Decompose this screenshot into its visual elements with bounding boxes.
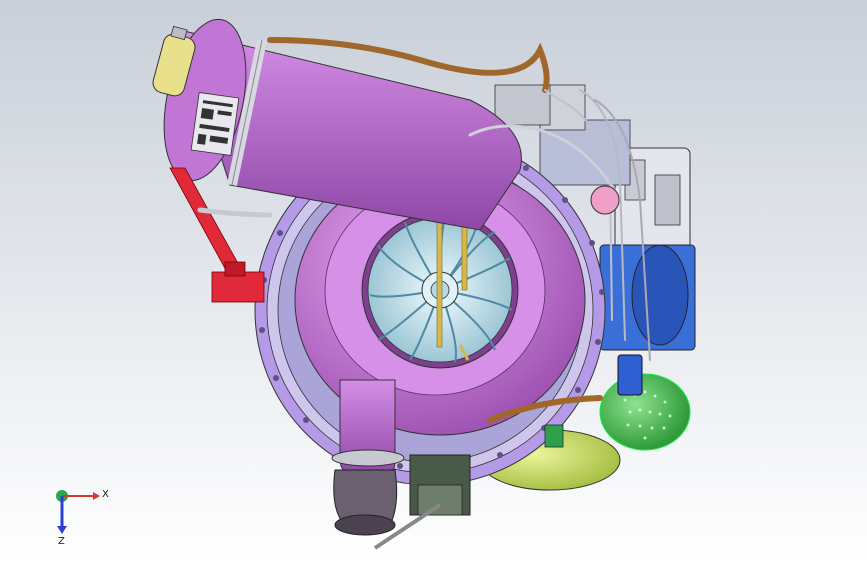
fuel-control-unit[interactable] <box>617 354 643 396</box>
probe-rod-left <box>436 214 443 348</box>
probe-rod-right <box>461 219 468 291</box>
impeller-inlet[interactable] <box>361 211 519 369</box>
z-axis-label: Z <box>58 536 65 547</box>
exhaust-duct[interactable] <box>331 379 405 536</box>
x-axis-label: X <box>102 489 109 500</box>
sensor-fitting[interactable] <box>590 185 620 215</box>
cad-viewport[interactable]: X Z <box>0 0 867 562</box>
coordinate-triad: X Z <box>56 489 109 547</box>
inlet-screen[interactable] <box>599 373 691 451</box>
small-valve[interactable] <box>544 424 564 448</box>
turbine-engine-model[interactable] <box>0 0 867 562</box>
